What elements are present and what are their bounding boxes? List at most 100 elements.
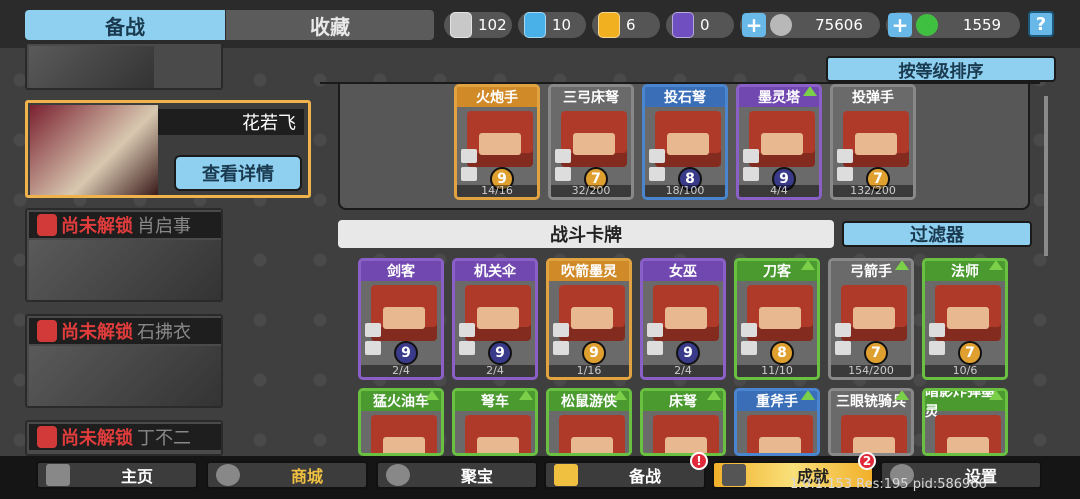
upgrade-arrow-icon — [801, 261, 815, 270]
eye-icon — [386, 464, 410, 486]
nav-label: 商城 — [290, 467, 323, 486]
version-text: 1.0.1.153 Res:195 pid:586966 — [790, 477, 987, 492]
add-silver-button[interactable]: + — [742, 13, 766, 37]
unit-class-icon — [555, 167, 571, 181]
unit-card[interactable]: 女巫 9 2/4 — [640, 258, 726, 380]
unit-class-icon — [649, 167, 665, 181]
unit-count: 14/16 — [457, 185, 537, 197]
hero-name: 肖启事 — [137, 216, 191, 237]
add-jade-button[interactable]: + — [888, 13, 912, 37]
unit-class-icon — [647, 341, 663, 355]
tab-prepare[interactable]: 备战 — [25, 10, 225, 40]
hero-name: 花若飞 — [158, 109, 304, 135]
unit-card[interactable]: 吹箭墨灵 9 1/16 — [546, 258, 632, 380]
unit-class-icon — [929, 341, 945, 355]
sort-by-level-button[interactable]: 按等级排序 — [826, 56, 1056, 82]
unit-count: 132/200 — [833, 185, 913, 197]
unit-type-icon — [365, 323, 381, 337]
nav-shop[interactable]: 商城 — [206, 461, 368, 489]
unit-card[interactable]: 投弹手 7 132/200 — [830, 84, 916, 200]
coins-icon — [216, 464, 240, 486]
unit-class-icon — [835, 341, 851, 355]
unit-face — [573, 133, 615, 155]
unit-type-icon — [741, 323, 757, 337]
unit-face — [855, 133, 897, 155]
unit-class-icon — [365, 341, 381, 355]
unit-level: 7 — [864, 341, 888, 365]
help-button[interactable]: ? — [1028, 11, 1054, 37]
hero-name: 石拂衣 — [137, 322, 191, 343]
unit-card[interactable]: 三弓床弩 7 32/200 — [548, 84, 634, 200]
currency-value: 1559 — [962, 16, 1002, 34]
unit-card[interactable]: 暗影炸弹墨灵 — [922, 388, 1008, 456]
unit-level: 8 — [770, 341, 794, 365]
nav-label: 聚宝 — [460, 467, 493, 486]
unit-count: 2/4 — [361, 365, 441, 377]
unit-card[interactable]: 重斧手 — [734, 388, 820, 456]
grid-icon — [722, 464, 746, 486]
unit-count: 154/200 — [831, 365, 911, 377]
unit-class-icon — [461, 167, 477, 181]
unit-card[interactable]: 三眼铳骑兵 — [828, 388, 914, 456]
unit-face — [571, 437, 613, 453]
unit-card[interactable]: 墨灵塔 9 4/4 — [736, 84, 822, 200]
resource-purple-gem: 0 — [666, 12, 734, 38]
unit-card[interactable]: 猛火油车 — [358, 388, 444, 456]
unit-card[interactable]: 机关伞 9 2/4 — [452, 258, 538, 380]
unit-count: 18/100 — [645, 185, 725, 197]
unit-level: 9 — [676, 341, 700, 365]
upgrade-arrow-icon — [989, 261, 1003, 270]
unit-card[interactable]: 火炮手 9 14/16 — [454, 84, 540, 200]
notification-badge: 2 — [858, 452, 876, 470]
hero-card-locked[interactable]: 尚未解锁 丁不二 — [25, 420, 223, 456]
unit-name: 剑客 — [361, 261, 441, 281]
unit-card[interactable]: 弓箭手 7 154/200 — [828, 258, 914, 380]
nav-treasure[interactable]: 聚宝 — [376, 461, 538, 489]
hero-card-partial[interactable] — [25, 42, 223, 90]
unit-card[interactable]: 床弩 — [640, 388, 726, 456]
upgrade-arrow-icon — [425, 391, 439, 400]
resource-blue-crystal: 10 — [518, 12, 586, 38]
scrollbar[interactable] — [1044, 96, 1048, 256]
silver-shield-icon — [450, 12, 472, 38]
unit-count: 32/200 — [551, 185, 631, 197]
unit-face — [947, 437, 989, 453]
upgrade-arrow-icon — [989, 391, 1003, 400]
unit-card[interactable]: 法师 7 10/6 — [922, 258, 1008, 380]
unit-count: 4/4 — [739, 185, 819, 197]
nav-home[interactable]: 主页 — [36, 461, 198, 489]
nav-label: 主页 — [120, 467, 153, 486]
unit-name: 投弹手 — [833, 87, 913, 107]
unit-name: 女巫 — [643, 261, 723, 281]
hero-portrait — [29, 346, 221, 406]
unit-count: 1/16 — [549, 365, 629, 377]
nav-prepare[interactable]: 备战 — [544, 461, 706, 489]
hero-card-locked[interactable]: 尚未解锁 肖启事 — [25, 208, 223, 302]
unit-level: 7 — [958, 341, 982, 365]
hero-portrait — [29, 46, 154, 88]
unit-count: 2/4 — [455, 365, 535, 377]
upgrade-arrow-icon — [707, 391, 721, 400]
unit-card[interactable]: 刀客 8 11/10 — [734, 258, 820, 380]
lock-row: 尚未解锁 丁不二 — [29, 424, 221, 450]
filter-button[interactable]: 过滤器 — [842, 221, 1032, 247]
unit-type-icon — [649, 149, 665, 163]
unit-face — [947, 307, 989, 329]
unit-class-icon — [459, 341, 475, 355]
blue-crystal-icon — [524, 12, 546, 38]
hero-card-selected[interactable]: 花若飞 查看详情 — [25, 100, 311, 198]
tab-collection[interactable]: 收藏 — [226, 10, 434, 40]
hero-card-locked[interactable]: 尚未解锁 石拂衣 — [25, 314, 223, 408]
unit-card[interactable]: 投石弩 8 18/100 — [642, 84, 728, 200]
unit-card[interactable]: 剑客 9 2/4 — [358, 258, 444, 380]
unit-type-icon — [555, 149, 571, 163]
unit-name: 三弓床弩 — [551, 87, 631, 107]
unit-card[interactable]: 弩车 — [452, 388, 538, 456]
unit-card[interactable]: 松鼠游侠 — [546, 388, 632, 456]
unit-type-icon — [743, 149, 759, 163]
view-details-button[interactable]: 查看详情 — [174, 155, 302, 191]
unit-face — [761, 133, 803, 155]
upgrade-arrow-icon — [803, 87, 817, 96]
unit-type-icon — [459, 323, 475, 337]
lock-icon — [37, 214, 57, 236]
